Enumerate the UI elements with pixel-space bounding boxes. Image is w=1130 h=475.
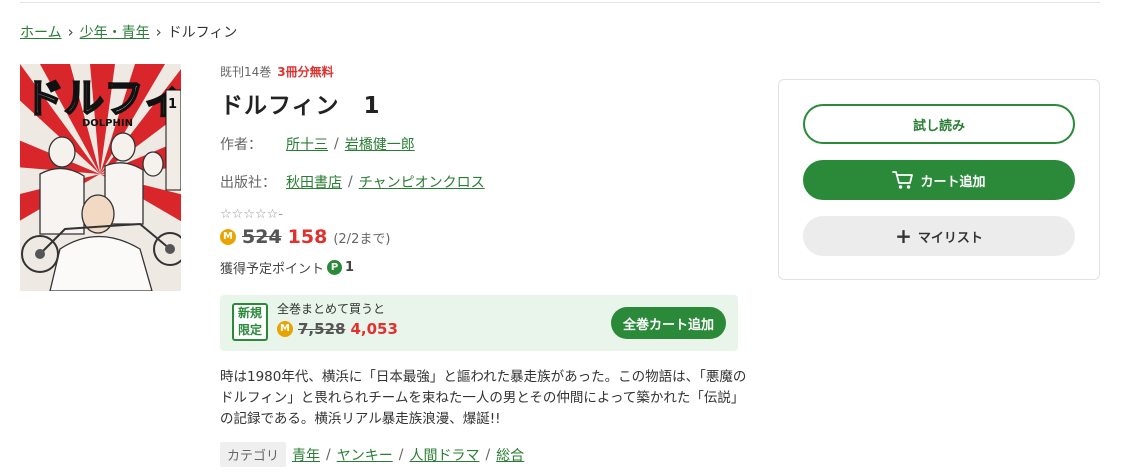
separator: / [485, 446, 491, 463]
separator: / [334, 136, 339, 152]
separator: / [348, 174, 353, 190]
badge-line: 新規 [237, 306, 262, 320]
rating-stars: ☆☆☆☆☆ [220, 207, 279, 222]
label-link[interactable]: チャンピオンクロス [359, 172, 485, 192]
category-link[interactable]: 青年 [292, 445, 320, 465]
bundle-original-price: 7,528 [298, 320, 346, 338]
category-row: カテゴリ 青年 / ヤンキー / 人間ドラマ / 総合 [220, 442, 524, 467]
cart-icon [892, 171, 914, 189]
badge-line: 限定 [237, 323, 262, 337]
bundle-offer: 新規 限定 全巻まとめて買うと M 7,528 4,053 全巻カート追加 [220, 295, 738, 351]
add-to-cart-label: カート追加 [920, 174, 986, 190]
book-description: 時は1980年代、横浜に「日本最強」と謳われた暴走族があった。この物語は、「悪魔… [220, 369, 747, 427]
add-all-to-cart-button[interactable]: 全巻カート追加 [610, 307, 726, 339]
sale-price: 158 [287, 226, 328, 248]
category-link[interactable]: 人間ドラマ [409, 445, 479, 465]
trial-read-button[interactable]: 試し読み [803, 104, 1075, 144]
book-meta-top: 既刊14巻 3冊分無料 [220, 63, 334, 80]
cover-art: ドルフィン DOLPHIN 1 [20, 64, 181, 291]
points-label: 獲得予定ポイント [220, 262, 325, 277]
free-volumes-label: 3冊分無料 [277, 65, 334, 79]
chevron-right-icon: › [155, 23, 162, 41]
breadcrumb-current: ドルフィン [167, 25, 238, 41]
cover-title-art: ドルフィン [24, 76, 181, 122]
separator: / [326, 446, 331, 463]
breadcrumb-home-link[interactable]: ホーム [20, 22, 62, 42]
separator: / [398, 446, 404, 463]
bundle-lead: 全巻まとめて買うと [277, 302, 386, 316]
rating-value: - [278, 207, 283, 222]
cover-subtitle-art: DOLPHIN [82, 118, 133, 129]
top-divider [20, 2, 1100, 3]
breadcrumb-category-link[interactable]: 少年・青年 [80, 22, 150, 42]
plus-icon: + [895, 224, 912, 248]
coin-icon: M [220, 229, 236, 245]
category-link[interactable]: ヤンキー [337, 445, 393, 465]
sale-until: (2/2まで) [333, 231, 391, 247]
author-row: 作者： 所十三 / 岩橋健一郎 [220, 134, 415, 154]
breadcrumb: ホーム › 少年・青年 › ドルフィン [20, 22, 237, 42]
bundle-prices: M 7,528 4,053 [277, 320, 398, 338]
new-limited-badge: 新規 限定 [232, 303, 268, 341]
coin-icon: M [277, 321, 293, 337]
book-title: ドルフィン 1 [220, 93, 381, 119]
add-to-mylist-button[interactable]: + マイリスト [803, 216, 1075, 256]
publisher-label: 出版社： [220, 175, 276, 191]
point-icon: P [327, 260, 343, 275]
bundle-sale-price: 4,053 [350, 320, 398, 338]
trial-read-label: 試し読み [912, 118, 965, 134]
rating: ☆☆☆☆☆- [220, 207, 283, 222]
points-value: 1 [345, 260, 355, 275]
publisher-link[interactable]: 秋田書店 [286, 172, 342, 192]
chevron-right-icon: › [67, 23, 74, 41]
volumes-published: 既刊14巻 [220, 65, 272, 79]
author-link[interactable]: 岩橋健一郎 [345, 134, 415, 154]
author-link[interactable]: 所十三 [286, 134, 328, 154]
category-label: カテゴリ [220, 442, 287, 467]
mylist-label: マイリスト [917, 230, 983, 246]
cover-volume-art: 1 [168, 97, 177, 112]
publisher-row: 出版社： 秋田書店 / チャンピオンクロス [220, 172, 485, 192]
action-panel: 試し読み カート追加 + マイリスト [778, 79, 1100, 280]
original-price: 524 [242, 226, 282, 248]
price-row: M 524 158 (2/2まで) [220, 226, 390, 248]
author-label: 作者： [220, 137, 262, 153]
book-cover-image[interactable]: ドルフィン DOLPHIN 1 [20, 64, 181, 291]
add-to-cart-button[interactable]: カート追加 [803, 160, 1075, 200]
points-row: 獲得予定ポイント P 1 [220, 258, 354, 277]
category-link[interactable]: 総合 [496, 445, 524, 465]
